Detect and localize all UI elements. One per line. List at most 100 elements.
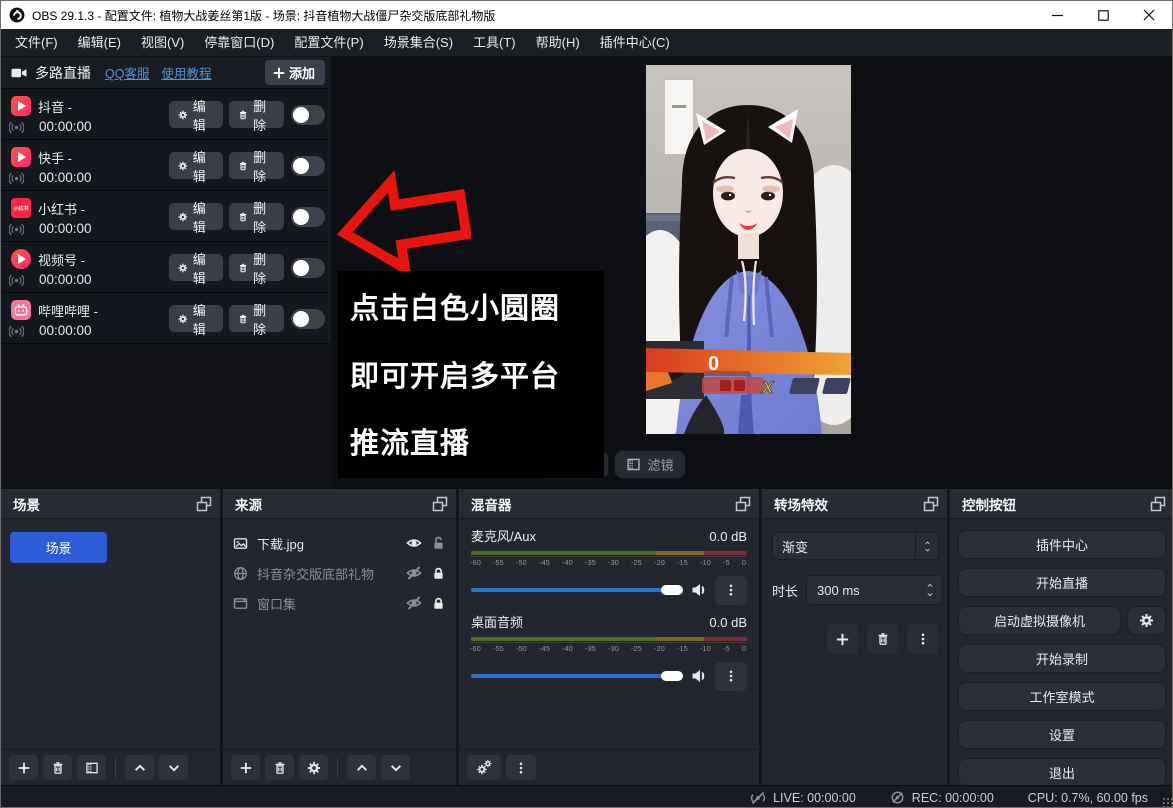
source-down-button[interactable] <box>381 755 410 780</box>
select-arrows[interactable] <box>915 533 938 559</box>
menu-scene-collection[interactable]: 场景集合(S) <box>374 29 463 57</box>
scene-filters-button[interactable] <box>77 755 106 780</box>
visible-eye-icon[interactable] <box>406 535 422 551</box>
unlock-icon[interactable] <box>431 536 446 551</box>
duration-spinner[interactable]: 300 ms <box>806 575 943 605</box>
xiaohongshu-icon: 小红书 <box>11 198 31 218</box>
menu-view[interactable]: 视图(V) <box>131 29 194 57</box>
hidden-eye-icon[interactable] <box>406 565 422 581</box>
tutorial-link[interactable]: 使用教程 <box>161 63 211 82</box>
delete-button[interactable]: 删除 <box>229 101 284 128</box>
exit-button[interactable]: 退出 <box>958 758 1166 787</box>
chevron-up-icon <box>923 540 932 546</box>
transition-menu-button[interactable] <box>907 624 938 654</box>
volume-slider[interactable] <box>471 674 683 678</box>
hidden-eye-icon[interactable] <box>406 595 422 611</box>
channel-menu-button[interactable] <box>715 576 747 605</box>
menu-edit[interactable]: 编辑(E) <box>68 29 131 57</box>
remove-source-button[interactable] <box>265 755 294 780</box>
edit-button[interactable]: 编辑 <box>169 203 223 230</box>
mixer-menu-button[interactable] <box>506 755 536 780</box>
trash-icon <box>238 313 248 325</box>
delete-button[interactable]: 删除 <box>229 203 284 230</box>
edit-button[interactable]: 编辑 <box>169 101 223 128</box>
menu-docks[interactable]: 停靠窗口(D) <box>194 29 284 57</box>
settings-button[interactable]: 设置 <box>958 720 1166 749</box>
edit-button[interactable]: 编辑 <box>169 254 223 281</box>
source-row[interactable]: 窗口集 <box>223 588 456 618</box>
scene-down-button[interactable] <box>159 755 188 780</box>
speaker-icon[interactable] <box>691 668 707 684</box>
edit-button[interactable]: 编辑 <box>169 305 223 332</box>
plugin-center-button[interactable]: 插件中心 <box>958 530 1166 559</box>
cpu-fps-status: CPU: 0.7%, 60.00 fps <box>1028 791 1148 805</box>
stream-toggle[interactable] <box>291 156 325 176</box>
kebab-menu-icon <box>514 761 528 775</box>
source-properties-button[interactable] <box>299 755 328 780</box>
add-platform-button[interactable]: 添加 <box>265 60 325 85</box>
popout-icon[interactable] <box>432 496 448 512</box>
close-button[interactable] <box>1126 1 1172 29</box>
rec-off-icon <box>890 790 905 805</box>
virtual-camera-settings-button[interactable] <box>1127 606 1166 635</box>
delete-button[interactable]: 删除 <box>229 152 284 179</box>
scene-item-selected[interactable]: 场景 <box>10 532 107 563</box>
chevron-down-icon[interactable] <box>925 591 935 598</box>
advanced-audio-button[interactable] <box>467 755 501 780</box>
virtual-camera-button[interactable]: 启动虚拟摄像机 <box>958 606 1121 635</box>
menu-plugin-center[interactable]: 插件中心(C) <box>590 29 680 57</box>
popout-icon[interactable] <box>1150 496 1166 512</box>
transition-select[interactable]: 渐变 <box>772 532 939 560</box>
popout-icon[interactable] <box>923 496 939 512</box>
minimize-button[interactable] <box>1034 1 1080 29</box>
menu-tools[interactable]: 工具(T) <box>463 29 526 57</box>
popout-icon[interactable] <box>735 496 751 512</box>
edit-button[interactable]: 编辑 <box>169 152 223 179</box>
speaker-icon[interactable] <box>691 582 707 598</box>
stream-toggle[interactable] <box>291 309 325 329</box>
controls-title: 控制按钮 <box>962 494 1016 514</box>
image-icon <box>233 536 248 551</box>
source-row[interactable]: 抖音杂交版底部礼物 <box>223 558 456 588</box>
mixer-panel: 混音器 麦克风/Aux 0.0 dB -60-55-50-45-40-35-30… <box>459 489 759 785</box>
scene-up-button[interactable] <box>125 755 154 780</box>
stream-timer: 00:00:00 <box>39 221 92 236</box>
stream-toggle[interactable] <box>291 258 325 278</box>
stream-toggle[interactable] <box>291 207 325 227</box>
add-source-button[interactable] <box>231 755 260 780</box>
source-up-button[interactable] <box>347 755 376 780</box>
remove-scene-button[interactable] <box>43 755 72 780</box>
source-row[interactable]: 下载.jpg <box>223 528 456 558</box>
chevron-up-icon[interactable] <box>925 582 935 589</box>
meter-scale: -60-55-50-45-40-35-30-25-20-15-10-50 <box>471 556 747 567</box>
menu-file[interactable]: 文件(F) <box>5 29 68 57</box>
resize-grip[interactable] <box>1162 797 1172 807</box>
delete-button[interactable]: 删除 <box>229 254 284 281</box>
add-scene-button[interactable] <box>9 755 38 780</box>
menu-help[interactable]: 帮助(H) <box>526 29 590 57</box>
start-recording-button[interactable]: 开始录制 <box>958 644 1166 673</box>
obs-logo-icon <box>9 7 25 23</box>
douyin-icon <box>11 96 31 116</box>
stream-toggle[interactable] <box>291 105 325 125</box>
remove-transition-button[interactable] <box>867 624 898 654</box>
filters-button[interactable]: 滤镜 <box>614 450 686 479</box>
maximize-button[interactable] <box>1080 1 1126 29</box>
sources-panel: 来源 下载.jpg 抖音杂交版底部礼物 窗口集 <box>223 489 456 785</box>
start-streaming-button[interactable]: 开始直播 <box>958 568 1166 597</box>
gear-icon <box>178 313 188 325</box>
studio-mode-button[interactable]: 工作室模式 <box>958 682 1166 711</box>
window-title: OBS 29.1.3 - 配置文件: 植物大战姜丝第1版 - 场景: 抖音植物大… <box>32 7 495 24</box>
volume-slider[interactable] <box>471 588 683 592</box>
menu-profile[interactable]: 配置文件(P) <box>284 29 373 57</box>
volume-meter <box>471 551 747 555</box>
lock-icon[interactable] <box>431 596 446 611</box>
popout-icon[interactable] <box>196 496 212 512</box>
lock-icon[interactable] <box>431 566 446 581</box>
channel-menu-button[interactable] <box>715 662 747 691</box>
add-transition-button[interactable] <box>827 624 858 654</box>
window-capture-icon <box>233 596 248 611</box>
delete-button[interactable]: 删除 <box>229 305 284 332</box>
obs-window: OBS 29.1.3 - 配置文件: 植物大战姜丝第1版 - 场景: 抖音植物大… <box>0 0 1173 808</box>
qq-support-link[interactable]: QQ客服 <box>105 63 149 82</box>
